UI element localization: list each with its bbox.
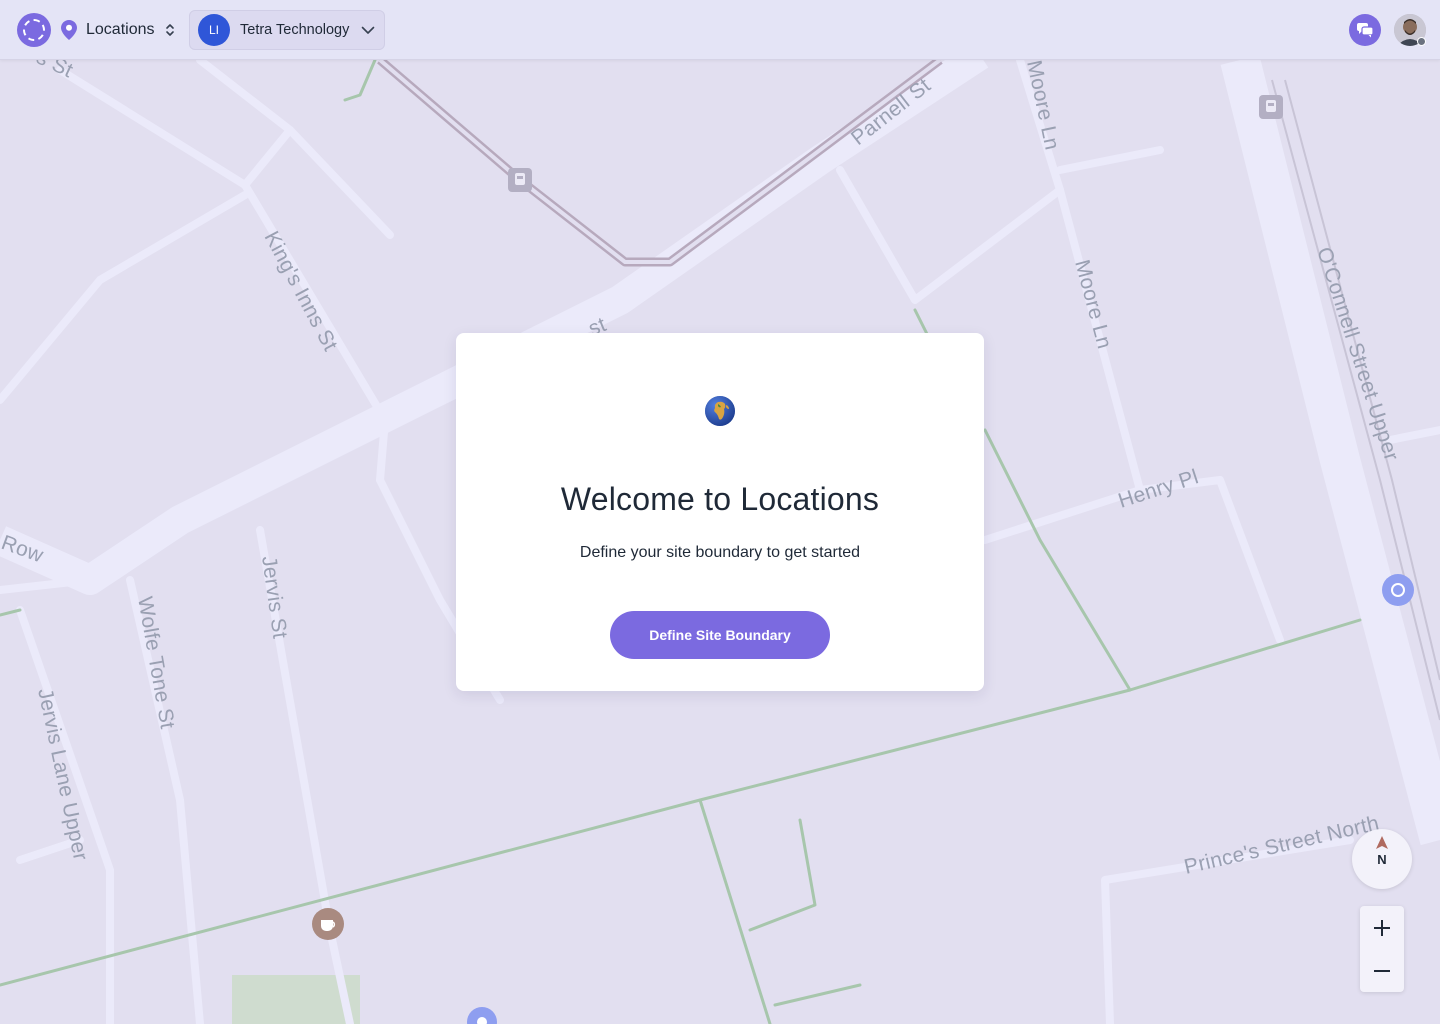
location-switcher-label: Locations: [86, 21, 155, 38]
map-pin-icon: [60, 20, 78, 40]
street-label-kings-inns: King's Inns St: [260, 228, 342, 355]
street-label-jervis: Jervis St: [257, 554, 291, 640]
minus-icon: [1374, 969, 1390, 972]
compass-needle-icon: [1376, 836, 1388, 849]
zoom-in-button[interactable]: [1360, 906, 1404, 949]
chat-bubbles-icon: [1357, 23, 1374, 38]
compass-button[interactable]: N: [1352, 829, 1412, 889]
zoom-controls: [1360, 906, 1404, 992]
app-logo-icon[interactable]: [17, 13, 51, 47]
camera-poi-icon[interactable]: [1382, 574, 1414, 606]
street-label-moore-2: Moore Ln: [1070, 257, 1116, 351]
organization-switcher[interactable]: LI Tetra Technology: [189, 10, 385, 50]
street-label-princes: Prince's Street North: [1182, 812, 1381, 879]
presence-status-dot: [1417, 37, 1426, 46]
org-initials-badge: LI: [198, 14, 230, 46]
zoom-out-button[interactable]: [1360, 949, 1404, 992]
chevron-down-icon: [361, 25, 375, 35]
chevron-up-down-icon: [165, 22, 177, 38]
poi-marker-icon[interactable]: [467, 1007, 497, 1024]
street-label-jervis-lane: Jervis Lane Upper: [33, 686, 92, 862]
compass-north-label: N: [1377, 852, 1387, 867]
define-site-boundary-button[interactable]: Define Site Boundary: [610, 611, 830, 659]
welcome-title: Welcome to Locations: [560, 481, 880, 517]
location-switcher[interactable]: Locations: [60, 14, 177, 46]
street-label-henry: Henry Pl: [1115, 465, 1201, 513]
cafe-poi-icon[interactable]: [312, 908, 344, 940]
top-navigation-bar: Locations LI Tetra Technology: [0, 0, 1440, 60]
globe-icon: [704, 395, 736, 427]
welcome-card: Welcome to Locations Define your site bo…: [456, 333, 984, 691]
welcome-subtitle: Define your site boundary to get started: [579, 544, 861, 561]
rail-station-icon[interactable]: [1259, 95, 1283, 119]
rail-station-icon[interactable]: [508, 168, 532, 192]
street-label-wolfe-tone: Wolfe Tone St: [133, 595, 179, 731]
org-name: Tetra Technology: [240, 22, 350, 38]
chat-button[interactable]: [1349, 14, 1381, 46]
street-label-parnell: Parnell St: [847, 74, 935, 150]
street-label-moore-1: Moore Ln: [1022, 58, 1063, 152]
plus-icon: [1374, 919, 1390, 936]
